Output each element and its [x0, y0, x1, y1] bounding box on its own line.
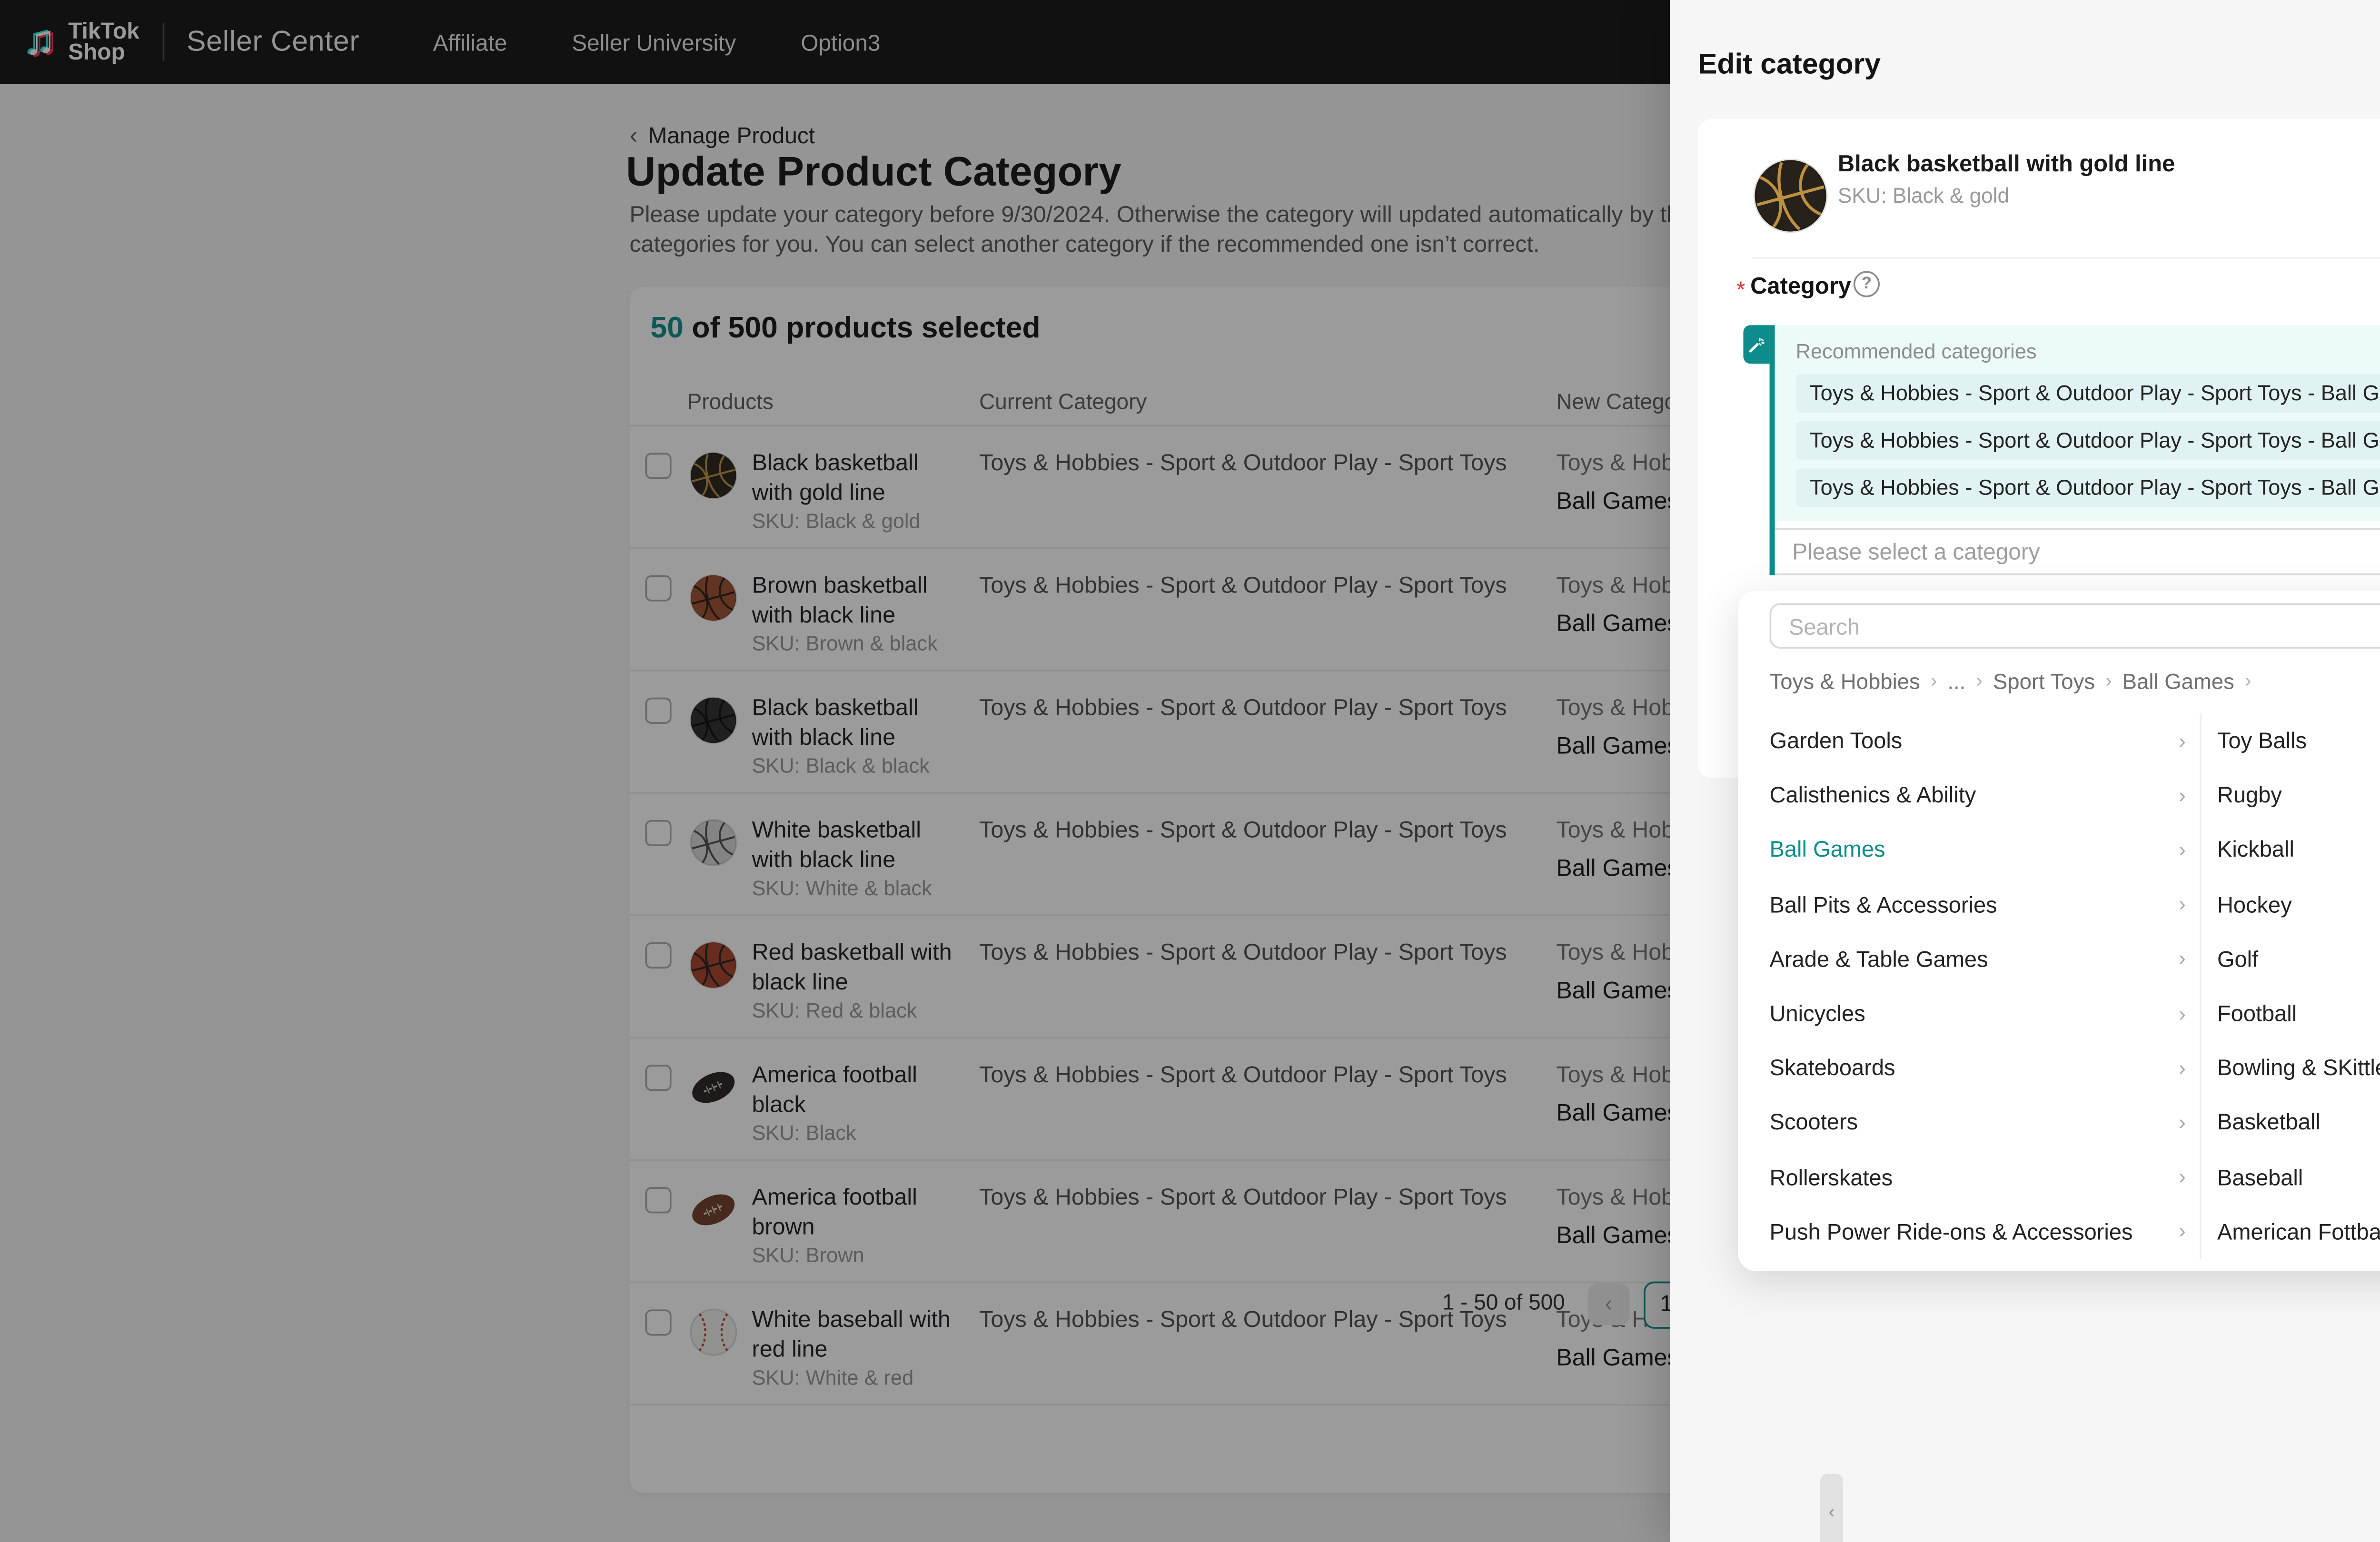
category-option-label: Rollerskates [1769, 1164, 1893, 1190]
search-input[interactable] [1769, 603, 2380, 649]
category-option-label: Golf [2217, 945, 2259, 972]
category-widget: Recommended categories Toys & Hobbies - … [1743, 325, 2380, 575]
category-option-label: American Fottball [2217, 1218, 2380, 1245]
required-asterisk: * [1736, 276, 1745, 303]
screen: ♫ TikTok Shop Seller Center Affiliate Sel… [0, 0, 2380, 1542]
chevron-right-icon: › [2179, 728, 2186, 753]
category-option-label: Rugby [2217, 782, 2282, 809]
category-option-label: Toy Balls [2217, 727, 2307, 754]
category-option-label: Ball Pits & Accessories [1769, 891, 1997, 918]
category-option-level2[interactable]: Toy Balls [2217, 713, 2380, 768]
category-option-level2[interactable]: Kickball [2217, 822, 2380, 877]
category-option-level2[interactable]: Baseball [2217, 1149, 2380, 1204]
category-select[interactable]: Please select a category [1775, 528, 2380, 575]
category-option-label: Unicycles [1769, 1000, 1865, 1027]
magic-wand-icon [1743, 325, 1770, 364]
search-box [1769, 603, 2380, 649]
chevron-right-icon: › [2179, 837, 2186, 862]
category-option-level1[interactable]: Arade & Table Games › [1770, 931, 2186, 986]
category-option-level1[interactable]: Unicycles › [1770, 986, 2186, 1041]
basketball-image [1753, 158, 1828, 233]
select-placeholder: Please select a category [1792, 538, 2040, 565]
category-option-label: Hockey [2217, 891, 2292, 918]
category-option-label: Garden Tools [1769, 727, 1903, 754]
category-option-level2[interactable]: Football [2217, 986, 2380, 1041]
category-option-label: Calisthenics & Ability [1769, 782, 1976, 809]
category-option-level2[interactable]: Bowling & SKittles [2217, 1040, 2380, 1095]
breadcrumb-item[interactable]: ... [1947, 670, 1965, 694]
category-option-label: Arade & Table Games [1769, 945, 1988, 972]
collapse-handle[interactable]: ‹ [1820, 1473, 1843, 1542]
category-option-label: Basketball [2217, 1109, 2320, 1136]
category-option-label: Bowling & SKittles [2217, 1054, 2380, 1081]
category-option-level2[interactable]: Basketball [2217, 1095, 2380, 1150]
category-option-level1[interactable]: Scooters › [1770, 1095, 2186, 1150]
category-option-level1[interactable]: Skateboards › [1770, 1040, 2186, 1095]
product-sku: SKU: Black & gold [1837, 183, 2009, 208]
breadcrumb-item[interactable]: Sport Toys [1993, 670, 2095, 694]
recommended-category-option[interactable]: Toys & Hobbies - Sport & Outdoor Play - … [1795, 421, 2380, 460]
category-list-level2: Toy Balls Rugby Kickball Hockey Golf Foo… [2217, 713, 2380, 1259]
category-option-level2[interactable]: Rugby [2217, 768, 2380, 822]
chevron-right-icon: › [2179, 1110, 2186, 1135]
category-dropdown: Toys & Hobbies›...›Sport Toys›Ball Games… [1738, 591, 2380, 1542]
category-option-label: Ball Games [1769, 836, 1885, 863]
category-label: Category [1750, 273, 1851, 299]
chevron-right-icon: › [1930, 671, 1937, 692]
category-option-level1[interactable]: Calisthenics & Ability › [1770, 768, 2186, 822]
column-divider [2200, 713, 2202, 1259]
chevron-right-icon: › [1976, 671, 1983, 692]
category-option-label: Scooters [1769, 1109, 1858, 1136]
category-option-level1[interactable]: Ball Pits & Accessories › [1770, 877, 2186, 931]
category-option-label: Kickball [2217, 836, 2294, 863]
chevron-right-icon: › [2105, 671, 2112, 692]
recommended-category-option[interactable]: Toys & Hobbies - Sport & Outdoor Play - … [1795, 468, 2380, 507]
category-option-level1[interactable]: Push Power Ride-ons & Accessories › [1770, 1204, 2186, 1259]
panel-title: Edit category [1697, 49, 1881, 80]
chevron-right-icon: › [2179, 946, 2186, 971]
edit-category-panel: Edit category ✕ Black basketball with go… [1670, 0, 2380, 1542]
breadcrumb-item[interactable]: Ball Games [2122, 670, 2234, 694]
breadcrumb-item[interactable]: Toys & Hobbies [1770, 670, 1920, 694]
recommended-label: Recommended categories [1795, 339, 2037, 364]
chevron-right-icon: › [2179, 1001, 2186, 1026]
product-image [1752, 158, 1829, 235]
category-list-level1: Garden Tools › Calisthenics & Ability › … [1770, 713, 2186, 1259]
help-icon[interactable]: ? [1853, 271, 1880, 297]
recommended-box: Recommended categories Toys & Hobbies - … [1775, 325, 2380, 521]
category-option-level1[interactable]: Ball Games › [1770, 822, 2186, 877]
card-divider [1752, 257, 2380, 259]
category-option-level2[interactable]: American Fottball [2217, 1204, 2380, 1259]
chevron-right-icon: › [2179, 782, 2186, 808]
chevron-right-icon: › [2179, 892, 2186, 917]
category-option-level2[interactable]: Hockey [2217, 877, 2380, 931]
chevron-right-icon: › [2179, 1164, 2186, 1189]
chevron-right-icon: › [2244, 671, 2251, 692]
category-option-level1[interactable]: Rollerskates › [1770, 1149, 2186, 1204]
category-option-label: Push Power Ride-ons & Accessories [1769, 1218, 2133, 1245]
category-breadcrumb: Toys & Hobbies ›... › Sport Toys › Ball Games… [1770, 670, 2251, 694]
chevron-right-icon: › [2179, 1219, 2186, 1244]
category-option-label: Baseball [2217, 1164, 2303, 1190]
chevron-right-icon: › [2179, 1055, 2186, 1080]
category-option-label: Football [2217, 1000, 2297, 1027]
recommended-category-option[interactable]: Toys & Hobbies - Sport & Outdoor Play - … [1795, 374, 2380, 413]
category-option-label: Skateboards [1769, 1054, 1895, 1081]
product-name: Black basketball with gold line [1837, 150, 2175, 177]
category-option-level1[interactable]: Garden Tools › [1770, 713, 2186, 768]
recommended-options: Toys & Hobbies - Sport & Outdoor Play - … [1795, 374, 2380, 507]
category-option-level2[interactable]: Golf [2217, 931, 2380, 986]
